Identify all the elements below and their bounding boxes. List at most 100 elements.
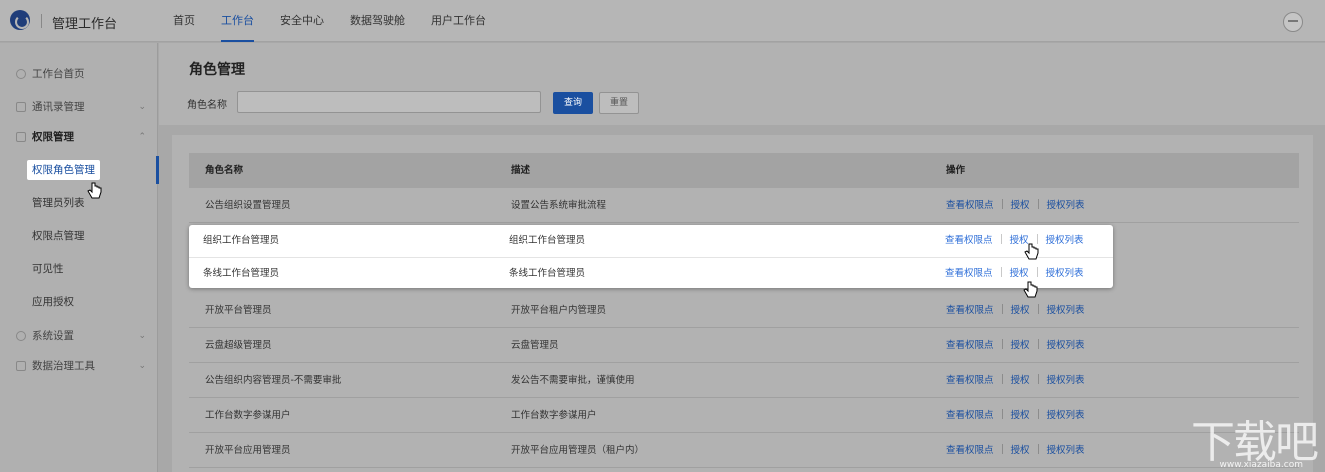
view-permission-points-link[interactable]: 查看权限点 [946,410,994,421]
column-header-description: 描述 [511,165,531,176]
sidebar-subitem-label: 管理员列表 [32,197,85,209]
link-divider [1037,444,1039,454]
authorization-list-link[interactable]: 授权列表 [1047,305,1085,316]
column-header-role-name: 角色名称 [205,165,244,176]
description-cell: 开放平台租户内管理员 [511,305,607,316]
authorize-link[interactable]: 授权 [1011,200,1030,211]
sidebar-item-contacts[interactable]: 通讯录管理 ⌄ [0,93,158,121]
hand-cursor-icon [1024,243,1039,261]
sidebar: 工作台首页 通讯录管理 ⌄ 权限管理 ⌃ 权限角色管理 管理员列表 权限点管理 … [0,43,159,472]
authorization-list-link[interactable]: 授权列表 [1047,410,1085,421]
view-permission-points-link[interactable]: 查看权限点 [946,305,994,316]
app-window: 管理工作台 首页 工作台 安全中心 数据驾驶舱 用户工作台 工作台首页 通讯录管… [0,0,1325,472]
description-cell: 设置公告系统审批流程 [511,200,607,211]
brand-divider [41,14,42,28]
table-row: 开放平台管理员 开放平台租户内管理员 查看权限点 授权 授权列表 [189,293,1299,328]
view-permission-points-link[interactable]: 查看权限点 [946,340,994,351]
view-permission-points-link[interactable]: 查看权限点 [945,268,993,279]
nav-item-user-workbench[interactable]: 用户工作台 [418,0,499,42]
authorize-link[interactable]: 授权 [1011,340,1030,351]
link-divider [1036,267,1038,277]
authorization-list-link[interactable]: 授权列表 [1046,235,1084,246]
link-divider [1000,234,1002,244]
authorization-list-link[interactable]: 授权列表 [1047,200,1085,211]
table-row: 开放平台应用管理员 开放平台应用管理员（租户内） 查看权限点 授权 授权列表 [189,433,1299,468]
table-row: 云盘超级管理员 云盘管理员 查看权限点 授权 授权列表 [189,328,1299,363]
table-header: 角色名称 描述 操作 [189,153,1299,188]
description-cell: 开放平台应用管理员（租户内） [511,445,645,456]
role-name-search-input[interactable] [237,91,541,113]
authorize-link[interactable]: 授权 [1011,305,1030,316]
table-row: 工作台数字参谋用户 工作台数字参谋用户 查看权限点 授权 授权列表 [189,398,1299,433]
highlighted-table-row: 条线工作台管理员 条线工作台管理员 查看权限点 授权 授权列表 [189,257,1113,288]
role-name-filter-label: 角色名称 [187,100,227,111]
authorization-list-link[interactable]: 授权列表 [1047,445,1085,456]
chevron-down-icon: ⌄ [138,361,146,371]
sidebar-subitem-role-management[interactable]: 权限角色管理 [0,156,159,184]
view-permission-points-link[interactable]: 查看权限点 [946,375,994,386]
authorize-link[interactable]: 授权 [1011,410,1030,421]
nav-item-security-center[interactable]: 安全中心 [267,0,337,42]
role-name-cell: 组织工作台管理员 [203,235,280,246]
nav-item-workbench[interactable]: 工作台 [208,0,267,42]
sidebar-subitem-label: 可见性 [32,263,64,275]
sidebar-item-permissions[interactable]: 权限管理 ⌃ [0,123,158,151]
authorize-link[interactable]: 授权 [1010,268,1029,279]
reset-button[interactable]: 重置 [599,92,639,114]
sidebar-subitem-app-authorization[interactable]: 应用授权 [0,288,158,316]
actions-cell: 查看权限点 授权 授权列表 [946,433,1085,468]
sidebar-item-data-governance[interactable]: 数据治理工具 ⌄ [0,352,158,380]
link-divider [1037,339,1039,349]
link-divider [1001,409,1003,419]
role-table-card: 角色名称 描述 操作 公告组织设置管理员 设置公告系统审批流程 查看权限点 授权 授权列… [172,135,1313,472]
view-permission-points-link[interactable]: 查看权限点 [946,200,994,211]
user-avatar-icon[interactable] [1283,12,1303,32]
grid-icon [16,132,26,142]
role-name-cell: 云盘超级管理员 [205,340,272,351]
sidebar-item-label: 数据治理工具 [32,360,95,372]
link-divider [1037,374,1039,384]
org-tree-icon [16,102,26,112]
authorization-list-link[interactable]: 授权列表 [1046,268,1084,279]
sidebar-subitem-permission-points[interactable]: 权限点管理 [0,222,158,250]
link-divider [1037,409,1039,419]
sidebar-item-system-settings[interactable]: 系统设置 ⌄ [0,322,158,350]
description-cell: 工作台数字参谋用户 [511,410,597,421]
chevron-down-icon: ⌄ [138,331,146,341]
sidebar-subitem-visibility[interactable]: 可见性 [0,255,158,283]
app-logo-icon [10,10,30,30]
nav-item-data-cockpit[interactable]: 数据驾驶舱 [337,0,418,42]
database-icon [16,361,26,371]
sidebar-item-workbench-home[interactable]: 工作台首页 [0,60,158,88]
highlighted-rows-panel: 组织工作台管理员 组织工作台管理员 查看权限点 授权 授权列表 条线工作台管理员 条线工作台… [189,225,1113,288]
chevron-up-icon: ⌃ [138,132,146,142]
sidebar-subitem-admin-list[interactable]: 管理员列表 [0,189,158,217]
link-divider [1001,199,1003,209]
chevron-down-icon: ⌄ [138,102,146,112]
description-cell: 组织工作台管理员 [509,235,586,246]
hand-cursor-icon [1023,281,1038,299]
authorize-link[interactable]: 授权 [1011,375,1030,386]
sidebar-subitem-label: 权限点管理 [32,230,85,242]
link-divider [1001,374,1003,384]
view-permission-points-link[interactable]: 查看权限点 [945,235,993,246]
table-row: 公告组织内容管理员-不需要审批 发公告不需要审批，谨慎使用 查看权限点 授权 授权列表 [189,363,1299,398]
actions-cell: 查看权限点 授权 授权列表 [946,363,1085,398]
link-divider [1001,339,1003,349]
query-button[interactable]: 查询 [553,92,593,114]
link-divider [1037,199,1039,209]
sidebar-item-label: 工作台首页 [32,68,85,80]
page-header: 角色管理 角色名称 查询 重置 [159,43,1325,125]
role-name-cell: 开放平台应用管理员 [205,445,291,456]
link-divider [1001,304,1003,314]
role-name-cell: 公告组织内容管理员-不需要审批 [205,375,342,386]
column-header-actions: 操作 [946,165,966,176]
actions-cell: 查看权限点 授权 授权列表 [946,188,1085,223]
description-cell: 条线工作台管理员 [509,268,586,279]
nav-item-home[interactable]: 首页 [160,0,208,42]
authorize-link[interactable]: 授权 [1011,445,1030,456]
view-permission-points-link[interactable]: 查看权限点 [946,445,994,456]
authorization-list-link[interactable]: 授权列表 [1047,375,1085,386]
authorization-list-link[interactable]: 授权列表 [1047,340,1085,351]
role-name-cell: 条线工作台管理员 [203,268,280,279]
